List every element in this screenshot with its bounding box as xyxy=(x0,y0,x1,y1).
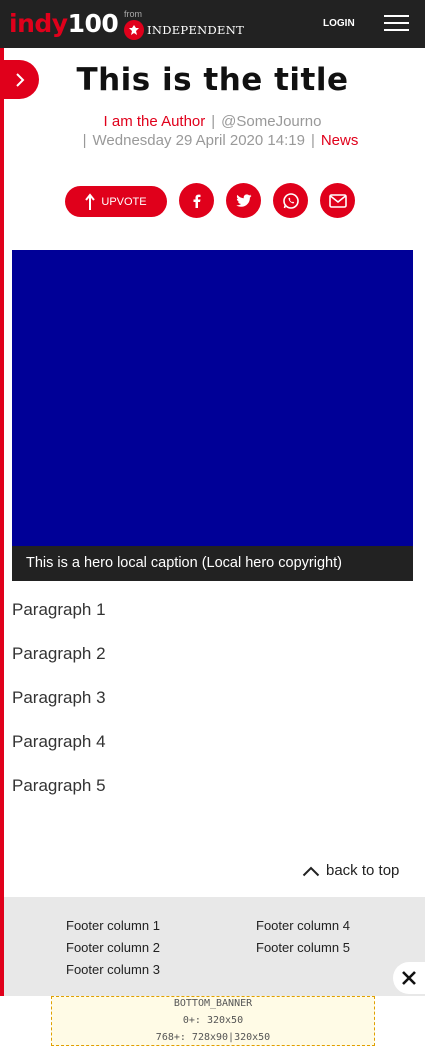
footer-link[interactable]: Footer column 5 xyxy=(256,940,350,955)
hamburger-menu-icon[interactable] xyxy=(384,15,409,32)
twitter-icon xyxy=(235,193,251,207)
footer-link[interactable]: Footer column 2 xyxy=(66,940,160,955)
category-separator: | xyxy=(310,132,315,149)
close-banner-button[interactable] xyxy=(393,962,425,994)
article-paragraph: Paragraph 1 xyxy=(12,600,106,619)
back-to-top-label: back to top xyxy=(326,862,400,879)
email-icon xyxy=(328,193,347,208)
article-paragraph: Paragraph 2 xyxy=(12,644,106,663)
author-handle[interactable]: @SomeJourno xyxy=(221,113,321,130)
logo-number-text: 100 xyxy=(67,9,119,38)
article-byline: I am the Author | @SomeJourno xyxy=(0,113,425,130)
article-paragraph: Paragraph 5 xyxy=(12,776,106,795)
logo-main-text: indy xyxy=(9,9,68,38)
site-header: indy100 from INDEPENDENT LOGIN xyxy=(0,0,425,48)
indy100-logo[interactable]: indy100 xyxy=(9,9,119,39)
share-twitter-button[interactable] xyxy=(226,183,261,218)
back-to-top-link[interactable]: back to top xyxy=(302,862,399,879)
login-link[interactable]: LOGIN xyxy=(323,18,355,29)
category-link[interactable]: News xyxy=(321,132,359,149)
arrow-up-icon xyxy=(85,192,96,210)
article-dateline: | Wednesday 29 April 2020 14:19 | News xyxy=(0,132,425,149)
share-whatsapp-button[interactable] xyxy=(273,183,308,218)
whatsapp-icon xyxy=(282,192,299,209)
upvote-button[interactable]: UPVOTE xyxy=(65,186,167,217)
independent-name: INDEPENDENT xyxy=(147,23,245,37)
banner-line: BOTTOM_BANNER xyxy=(173,998,253,1009)
from-label: from xyxy=(124,9,142,19)
hero-image: This is a hero local caption (Local hero… xyxy=(12,250,413,581)
chevron-up-icon xyxy=(302,866,320,876)
upvote-label: UPVOTE xyxy=(101,195,147,208)
byline-separator: | xyxy=(211,113,216,130)
footer-link[interactable]: Footer column 4 xyxy=(256,918,350,933)
author-link[interactable]: I am the Author xyxy=(104,113,206,130)
footer-link[interactable]: Footer column 3 xyxy=(66,962,160,977)
banner-line: 768+: 728x90|320x50 xyxy=(155,1032,271,1043)
ad-placeholder[interactable]: BOTTOM_BANNER 0+: 320x50 768+: 728x90|32… xyxy=(51,996,375,1046)
bottom-ad-banner: BOTTOM_BANNER 0+: 320x50 768+: 728x90|32… xyxy=(0,996,425,1046)
share-email-button[interactable] xyxy=(320,183,355,218)
article-title: This is the title xyxy=(76,62,349,98)
share-facebook-button[interactable] xyxy=(179,183,214,218)
independent-logo[interactable]: INDEPENDENT xyxy=(124,20,244,40)
close-icon xyxy=(402,971,416,985)
publish-date: Wednesday 29 April 2020 14:19 xyxy=(92,132,305,149)
date-separator: | xyxy=(82,132,87,149)
hero-caption: This is a hero local caption (Local hero… xyxy=(12,546,413,581)
facebook-icon xyxy=(193,194,200,208)
footer-link[interactable]: Footer column 1 xyxy=(66,918,160,933)
article-paragraph: Paragraph 3 xyxy=(12,688,106,707)
article-paragraph: Paragraph 4 xyxy=(12,732,106,751)
eagle-icon xyxy=(124,20,144,40)
banner-line: 0+: 320x50 xyxy=(182,1015,244,1026)
